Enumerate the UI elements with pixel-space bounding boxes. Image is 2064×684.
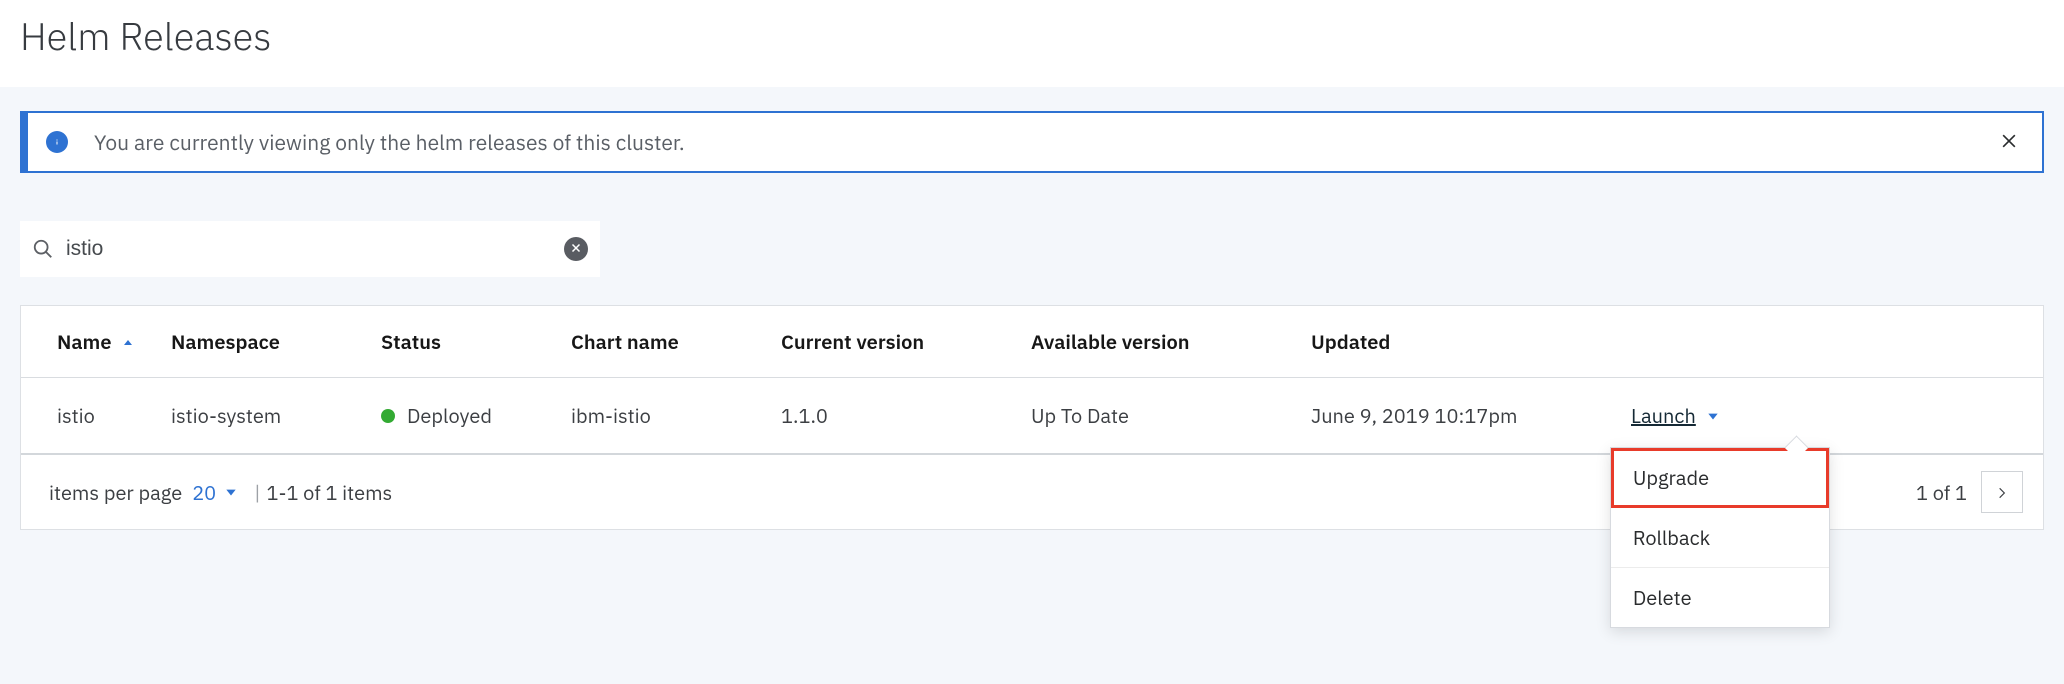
close-icon <box>570 242 582 257</box>
page-content: You are currently viewing only the helm … <box>0 87 2064 590</box>
col-current-version[interactable]: Current version <box>771 306 1021 378</box>
col-namespace[interactable]: Namespace <box>161 306 371 378</box>
launch-button[interactable]: Launch <box>1631 402 1720 429</box>
cell-actions: Launch <box>1621 378 2043 455</box>
cell-name: istio <box>21 378 161 455</box>
search-input[interactable] <box>66 237 552 261</box>
page-indicator: 1 of 1 <box>1916 479 1967 506</box>
clear-search-button[interactable] <box>564 237 588 261</box>
status-text: Deployed <box>407 402 492 429</box>
col-status[interactable]: Status <box>371 306 561 378</box>
search-icon <box>32 238 54 260</box>
items-per-page-value: 20 <box>192 479 216 506</box>
col-actions <box>1621 306 2043 378</box>
cell-namespace: istio-system <box>161 378 371 455</box>
chevron-right-icon <box>1995 479 2009 506</box>
info-banner-close-button[interactable] <box>1994 127 2024 157</box>
caret-down-icon <box>224 485 238 499</box>
col-updated[interactable]: Updated <box>1301 306 1621 378</box>
page-title: Helm Releases <box>0 0 2064 87</box>
info-icon <box>46 131 68 153</box>
col-name[interactable]: Name <box>21 306 161 378</box>
next-page-button[interactable] <box>1981 471 2023 513</box>
caret-down-icon <box>1706 409 1720 423</box>
menu-item-rollback[interactable]: Rollback <box>1611 508 1829 568</box>
table-row[interactable]: istio istio-system Deployed ibm-istio 1.… <box>21 378 2043 455</box>
cell-updated: June 9, 2019 10:17pm <box>1301 378 1621 455</box>
col-available-version[interactable]: Available version <box>1021 306 1301 378</box>
toolbar <box>20 221 2044 277</box>
cell-available-version: Up To Date <box>1021 378 1301 455</box>
items-range: 1-1 of 1 items <box>266 479 392 506</box>
action-menu: Upgrade Rollback Delete <box>1610 447 1830 628</box>
table-header-row: Name Namespace Status Chart name Current… <box>21 306 2043 378</box>
items-per-page-label: items per page <box>49 479 182 506</box>
col-name-label: Name <box>57 328 111 355</box>
info-banner-text: You are currently viewing only the helm … <box>94 128 1968 156</box>
sort-ascending-icon <box>122 328 134 355</box>
launch-label: Launch <box>1631 402 1696 429</box>
footer-divider: | <box>254 479 260 506</box>
col-chart-name[interactable]: Chart name <box>561 306 771 378</box>
menu-item-delete[interactable]: Delete <box>1611 568 1829 627</box>
releases-table: Name Namespace Status Chart name Current… <box>20 305 2044 455</box>
cell-current-version: 1.1.0 <box>771 378 1021 455</box>
close-icon <box>1999 131 2019 154</box>
info-banner: You are currently viewing only the helm … <box>20 111 2044 173</box>
items-per-page-select[interactable]: 20 <box>192 479 238 506</box>
cell-status: Deployed <box>371 378 561 455</box>
status-dot-icon <box>381 409 395 423</box>
cell-chart-name: ibm-istio <box>561 378 771 455</box>
menu-item-upgrade[interactable]: Upgrade <box>1611 448 1829 508</box>
search-box[interactable] <box>20 221 600 277</box>
